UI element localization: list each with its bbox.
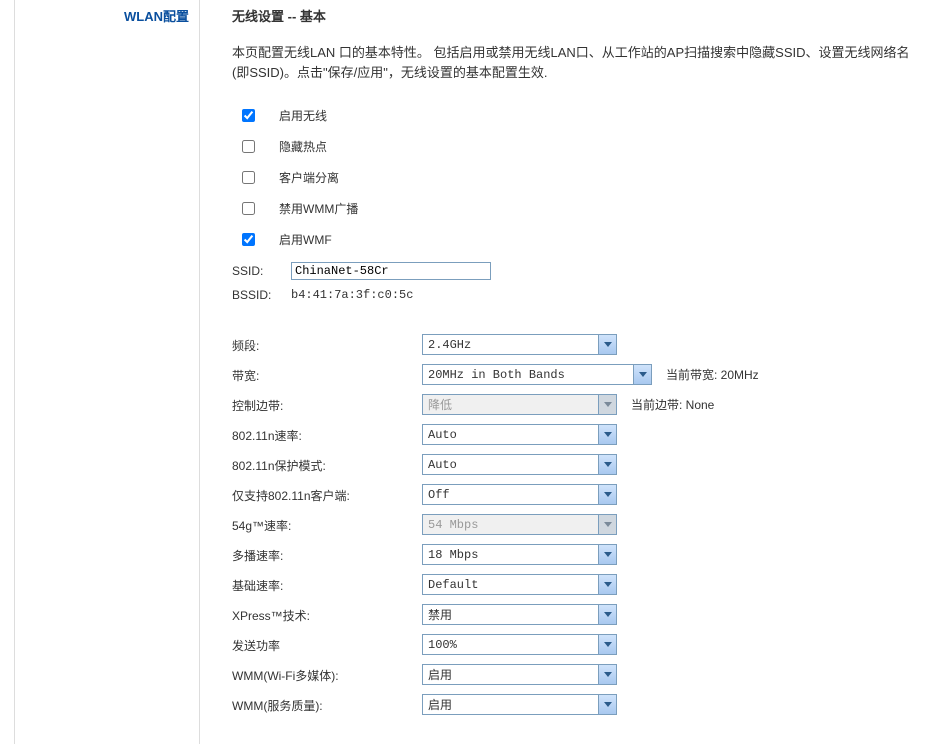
- disable-wmm-bc-checkbox[interactable]: [242, 202, 255, 215]
- xpress-label: XPress™技术:: [232, 605, 422, 624]
- bssid-value: b4:41:7a:3f:c0:5c: [291, 288, 413, 302]
- row-disable-wmm-bc: 禁用WMM广播: [232, 200, 916, 217]
- wmm-media-value: 启用: [423, 666, 598, 683]
- chevron-down-icon: [598, 605, 616, 624]
- multicast-select[interactable]: 18 Mbps: [422, 544, 617, 565]
- txpower-select[interactable]: 100%: [422, 634, 617, 655]
- row-bssid: BSSID: b4:41:7a:3f:c0:5c: [232, 288, 916, 302]
- bw-select[interactable]: 20MHz in Both Bands: [422, 364, 652, 385]
- page-description: 本页配置无线LAN 口的基本特性。 包括启用或禁用无线LAN口、从工作站的AP扫…: [232, 43, 916, 83]
- bssid-label: BSSID:: [232, 288, 291, 302]
- rate-54g-value: 54 Mbps: [423, 518, 598, 532]
- row-rate-54g: 54g™速率: 54 Mbps: [232, 514, 916, 535]
- prot-n-select[interactable]: Auto: [422, 454, 617, 475]
- enable-wifi-checkbox[interactable]: [242, 109, 255, 122]
- row-enable-wmf: 启用WMF: [232, 231, 916, 248]
- chevron-down-icon: [598, 485, 616, 504]
- row-prot-n: 802.11n保护模式: Auto: [232, 454, 916, 475]
- chevron-down-icon: [598, 635, 616, 654]
- chevron-down-icon: [598, 515, 616, 534]
- rate-n-value: Auto: [423, 428, 598, 442]
- row-wmm-qos: WMM(服务质量): 启用: [232, 694, 916, 715]
- client-iso-label: 客户端分离: [279, 169, 339, 186]
- chevron-down-icon: [598, 455, 616, 474]
- bw-value: 20MHz in Both Bands: [423, 368, 633, 382]
- client-iso-checkbox[interactable]: [242, 171, 255, 184]
- rate-54g-select: 54 Mbps: [422, 514, 617, 535]
- sideband-current: 当前边带: None: [631, 396, 714, 413]
- enable-wmf-checkbox[interactable]: [242, 233, 255, 246]
- band-select[interactable]: 2.4GHz: [422, 334, 617, 355]
- wmm-media-label: WMM(Wi-Fi多媒体):: [232, 665, 422, 684]
- xpress-select[interactable]: 禁用: [422, 604, 617, 625]
- page-title: 无线设置 -- 基本: [232, 6, 916, 25]
- only-n-label: 仅支持802.11n客户端:: [232, 485, 422, 504]
- txpower-value: 100%: [423, 638, 598, 652]
- basic-label: 基础速率:: [232, 575, 422, 594]
- prot-n-value: Auto: [423, 458, 598, 472]
- row-band: 频段: 2.4GHz: [232, 334, 916, 355]
- bw-label: 带宽:: [232, 365, 422, 384]
- chevron-down-icon: [598, 395, 616, 414]
- row-bandwidth: 带宽: 20MHz in Both Bands 当前带宽: 20MHz: [232, 364, 916, 385]
- basic-select[interactable]: Default: [422, 574, 617, 595]
- rate-54g-label: 54g™速率:: [232, 515, 422, 534]
- chevron-down-icon: [598, 335, 616, 354]
- wmm-qos-value: 启用: [423, 696, 598, 713]
- enable-wifi-label: 启用无线: [279, 107, 327, 124]
- ssid-label: SSID:: [232, 264, 291, 278]
- sideband-select: 降低: [422, 394, 617, 415]
- chevron-down-icon: [598, 695, 616, 714]
- only-n-value: Off: [423, 488, 598, 502]
- multicast-value: 18 Mbps: [423, 548, 598, 562]
- wmm-media-select[interactable]: 启用: [422, 664, 617, 685]
- multicast-label: 多播速率:: [232, 545, 422, 564]
- sidebar-item-wlan[interactable]: WLAN配置: [15, 2, 199, 31]
- row-client-iso: 客户端分离: [232, 169, 916, 186]
- only-n-select[interactable]: Off: [422, 484, 617, 505]
- main-content: 无线设置 -- 基本 本页配置无线LAN 口的基本特性。 包括启用或禁用无线LA…: [200, 0, 936, 744]
- row-xpress: XPress™技术: 禁用: [232, 604, 916, 625]
- row-hide-ap: 隐藏热点: [232, 138, 916, 155]
- wmm-qos-label: WMM(服务质量):: [232, 695, 422, 714]
- txpower-label: 发送功率: [232, 635, 422, 654]
- hide-ap-label: 隐藏热点: [279, 138, 327, 155]
- row-basic: 基础速率: Default: [232, 574, 916, 595]
- ssid-input[interactable]: [291, 262, 491, 280]
- row-ssid: SSID:: [232, 262, 916, 280]
- sideband-label: 控制边带:: [232, 395, 422, 414]
- basic-value: Default: [423, 578, 598, 592]
- row-txpower: 发送功率 100%: [232, 634, 916, 655]
- band-value: 2.4GHz: [423, 338, 598, 352]
- row-rate-n: 802.11n速率: Auto: [232, 424, 916, 445]
- sidebar: WLAN配置: [14, 0, 200, 744]
- chevron-down-icon: [598, 665, 616, 684]
- wmm-qos-select[interactable]: 启用: [422, 694, 617, 715]
- chevron-down-icon: [633, 365, 651, 384]
- chevron-down-icon: [598, 575, 616, 594]
- rate-n-label: 802.11n速率:: [232, 425, 422, 444]
- xpress-value: 禁用: [423, 606, 598, 623]
- sidebar-item-label: WLAN配置: [124, 9, 189, 24]
- band-label: 频段:: [232, 335, 422, 354]
- bw-current: 当前带宽: 20MHz: [666, 366, 759, 383]
- chevron-down-icon: [598, 425, 616, 444]
- enable-wmf-label: 启用WMF: [279, 231, 332, 248]
- sideband-value: 降低: [423, 396, 598, 413]
- hide-ap-checkbox[interactable]: [242, 140, 255, 153]
- row-wmm-media: WMM(Wi-Fi多媒体): 启用: [232, 664, 916, 685]
- chevron-down-icon: [598, 545, 616, 564]
- row-multicast: 多播速率: 18 Mbps: [232, 544, 916, 565]
- prot-n-label: 802.11n保护模式:: [232, 455, 422, 474]
- disable-wmm-bc-label: 禁用WMM广播: [279, 200, 358, 217]
- rate-n-select[interactable]: Auto: [422, 424, 617, 445]
- row-only-n: 仅支持802.11n客户端: Off: [232, 484, 916, 505]
- row-enable-wifi: 启用无线: [232, 107, 916, 124]
- row-sideband: 控制边带: 降低 当前边带: None: [232, 394, 916, 415]
